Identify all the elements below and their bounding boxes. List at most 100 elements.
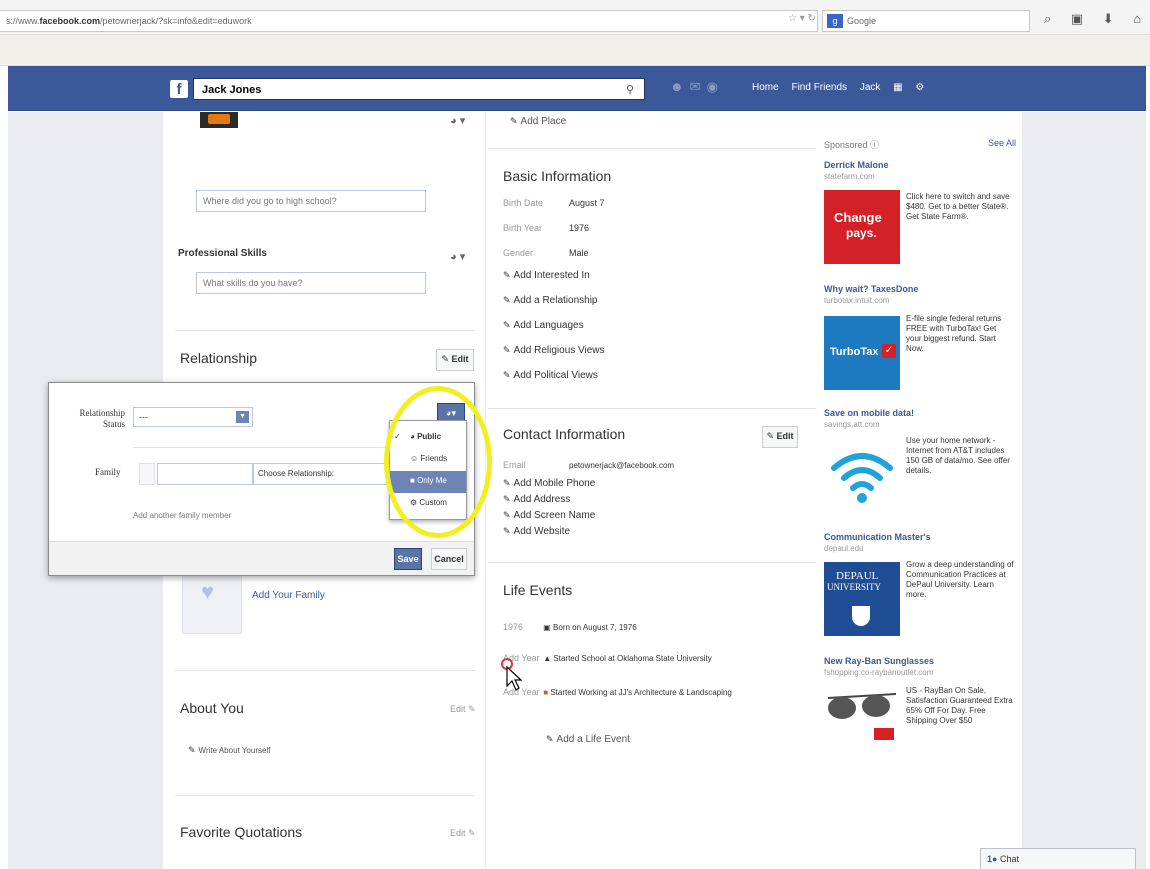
see-all-link[interactable]: See All — [988, 138, 1016, 148]
quotations-edit-link[interactable]: Edit ✎ — [450, 828, 476, 839]
notification-jewels-icon[interactable]: ☻✉◉ — [670, 79, 724, 95]
about-edit-link[interactable]: Edit ✎ — [450, 704, 476, 715]
life-event-year[interactable]: 1976 — [503, 622, 541, 632]
high-school-input[interactable]: Where did you go to high school? — [196, 190, 426, 212]
employer-logo-thumbnail — [200, 112, 238, 128]
browser-search-box[interactable]: g Google — [822, 10, 1030, 32]
contact-edit-button[interactable]: ✎ Edit — [762, 426, 798, 448]
ad-url[interactable]: savings.att.com — [824, 420, 880, 429]
professional-skills-title: Professional Skills — [178, 248, 267, 259]
add-screen-name-link[interactable]: Add Screen Name — [503, 510, 803, 526]
nav-user[interactable]: Jack — [860, 82, 881, 93]
ad-body[interactable]: Click here to switch and save $480. Get … — [906, 192, 1014, 222]
section-divider — [175, 670, 475, 671]
email-value: petownerjack@facebook.com — [569, 461, 675, 470]
address-bar[interactable]: s://www.facebook.com/petownerjack/?sk=in… — [0, 10, 818, 32]
ad-title[interactable]: Derrick Malone — [824, 160, 889, 170]
chat-label: Chat — [999, 854, 1019, 864]
depaul-ad-image[interactable]: DEPAUL UNIVERSITY — [824, 562, 900, 636]
ad-url[interactable]: depaul.edu — [824, 544, 864, 553]
ad-body[interactable]: E-file single federal returns FREE with … — [906, 314, 1014, 354]
wifi-ad-image[interactable] — [824, 438, 900, 512]
ad-url[interactable]: turbotax.intuit.com — [824, 296, 889, 305]
write-about-link[interactable]: Write About Yourself — [188, 745, 271, 756]
ad-title[interactable]: Why wait? TaxesDone — [824, 284, 918, 294]
heart-icon: ♥ — [201, 579, 215, 604]
family-name-input[interactable] — [157, 463, 253, 485]
edit-label: Edit — [450, 828, 466, 838]
choose-relationship-select[interactable]: Choose Relationship: — [253, 463, 393, 485]
add-interested-in-link[interactable]: Add Interested In — [503, 270, 803, 295]
row-value: Male — [569, 248, 589, 258]
settings-gear-icon[interactable]: ⚙ — [915, 82, 924, 93]
friend-requests-icon[interactable]: ▦ — [893, 82, 902, 93]
relationship-edit-button[interactable]: ✎ Edit — [436, 349, 474, 371]
facebook-logo-icon[interactable]: f — [170, 80, 188, 98]
relationship-status-select[interactable]: --- ▼ — [133, 407, 253, 427]
life-event-text[interactable]: Born on August 7, 1976 — [553, 623, 637, 632]
ad-body[interactable]: Grow a deep understanding of Communicati… — [906, 560, 1014, 600]
add-mobile-phone-link[interactable]: Add Mobile Phone — [503, 478, 803, 494]
search-value: Jack Jones — [202, 84, 262, 96]
ad-url[interactable]: statefarm.com — [824, 172, 875, 181]
life-event-text[interactable]: Started School at Oklahoma State Univers… — [553, 654, 711, 663]
sponsored-info-icon[interactable]: ⓘ — [870, 140, 879, 150]
family-placeholder-thumb: ♥ — [182, 570, 242, 634]
facebook-nav: Home Find Friends Jack ▦ ⚙ — [752, 82, 934, 93]
family-label: Family — [95, 467, 121, 477]
save-button[interactable]: Save — [394, 548, 422, 570]
ad-title[interactable]: Save on mobile data! — [824, 408, 914, 418]
bookmark-star-icon[interactable]: ☆ ▾ ↻ — [788, 13, 824, 29]
search-engine-label: Google — [847, 16, 877, 26]
dialog-footer: Save Cancel — [49, 541, 474, 575]
university-crest-icon — [852, 606, 870, 626]
add-another-family-link[interactable]: Add another family member — [133, 511, 231, 520]
add-place-link[interactable]: Add Place — [510, 116, 567, 127]
add-relationship-link[interactable]: Add a Relationship — [503, 295, 803, 320]
email-row: Email petownerjack@facebook.com — [503, 460, 803, 478]
nav-home[interactable]: Home — [752, 82, 779, 93]
edit-label: Edit — [776, 431, 794, 441]
sunglasses-icon — [827, 693, 897, 740]
life-event-text[interactable]: Started Working at JJ's Architecture & L… — [550, 688, 731, 697]
browser-toolbar: s://www.facebook.com/petownerjack/?sk=in… — [0, 0, 1150, 66]
quotations-title: Favorite Quotations — [180, 824, 303, 840]
add-life-event-link[interactable]: Add a Life Event — [546, 734, 630, 745]
label-line: Relationship — [79, 408, 126, 418]
add-your-family-link[interactable]: Add Your Family — [252, 590, 325, 601]
add-religious-views-link[interactable]: Add Religious Views — [503, 345, 803, 370]
relationship-status-label: Relationship Status — [75, 408, 126, 430]
row-value: 1976 — [569, 223, 590, 233]
ad-body[interactable]: US - RayBan On Sale, Satisfaction Guaran… — [906, 686, 1014, 726]
chat-bar[interactable]: 1● Chat — [980, 848, 1136, 869]
statefarm-ad-image[interactable]: Change pays. — [824, 190, 900, 264]
add-address-link[interactable]: Add Address — [503, 494, 803, 510]
facebook-search-input[interactable]: Jack Jones ⚲ — [193, 78, 645, 100]
add-website-link[interactable]: Add Website — [503, 526, 803, 542]
cancel-button[interactable]: Cancel — [431, 548, 467, 570]
ad-title[interactable]: Communication Master's — [824, 532, 931, 542]
mouse-cursor-icon — [506, 666, 522, 691]
professional-skills-input[interactable]: What skills do you have? — [196, 272, 426, 294]
audience-globe-icon[interactable]: ◕ ▾ — [450, 250, 465, 263]
ad-image-text: DEPAUL — [836, 570, 879, 582]
checkmark-icon: ✓ — [882, 344, 896, 358]
search-icon[interactable]: ⚲ — [626, 83, 634, 96]
turbotax-ad-image[interactable]: TurboTax ✓ — [824, 316, 900, 390]
audience-globe-icon[interactable]: ◕ ▾ — [450, 114, 465, 127]
life-events-list: 1976 ▣ Born on August 7, 1976 Add Year ▲… — [503, 622, 813, 709]
chevron-down-icon: ▼ — [236, 411, 249, 423]
sunglasses-ad-image[interactable] — [824, 684, 900, 758]
edit-label: Edit — [450, 704, 466, 714]
nav-find-friends[interactable]: Find Friends — [791, 82, 847, 93]
ad-body[interactable]: Use your home network - Internet from AT… — [906, 436, 1014, 476]
ad-url[interactable]: fshopping.co-raybanoutlet.com — [824, 668, 933, 677]
ad-title[interactable]: New Ray-Ban Sunglasses — [824, 656, 934, 666]
email-label: Email — [503, 460, 526, 470]
add-political-views-link[interactable]: Add Political Views — [503, 370, 803, 395]
bookmarks-bar — [0, 34, 1150, 64]
sponsored-label: Sponsored ⓘ — [824, 138, 879, 151]
life-event-row: Add Year ▲ Started School at Oklahoma St… — [503, 653, 813, 687]
browser-toolbar-icons[interactable]: ⌕ ▣ ⬇ ⌂ — [1044, 11, 1150, 31]
add-languages-link[interactable]: Add Languages — [503, 320, 803, 345]
